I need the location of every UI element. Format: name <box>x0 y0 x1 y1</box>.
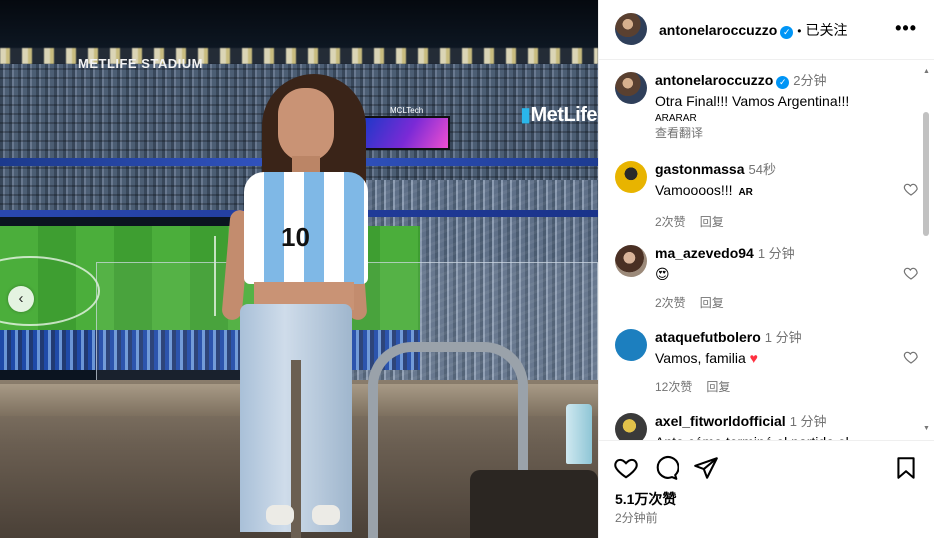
comment-likes[interactable]: 12次赞 <box>655 380 692 394</box>
avatar[interactable] <box>615 329 647 361</box>
header-username[interactable]: antonelaroccuzzo <box>659 22 777 38</box>
comment-header: ma_azevedo94 1 分钟 <box>655 243 895 264</box>
comment-meta: 12次赞 回复 <box>655 378 895 395</box>
comments-list[interactable]: antonelaroccuzzo ✓ 2分钟 Otra Final!!! Vamos… <box>599 60 934 440</box>
red-heart-icon: ♥ <box>749 350 758 366</box>
comment-text: Vamoooos!!! AR <box>655 180 895 203</box>
caption-item: antonelaroccuzzo ✓ 2分钟 Otra Final!!! Vamos… <box>599 60 919 146</box>
like-count[interactable]: 5.1万次赞 <box>615 489 676 509</box>
metlife-logo-text: MetLife <box>530 104 598 126</box>
scoreboard: MCLTech <box>358 106 450 150</box>
comment-text-content: Vamos, familia <box>655 350 746 366</box>
comment-meta: 2次赞 回复 <box>655 213 895 230</box>
see-translation-link[interactable]: 查看翻译 <box>655 124 895 141</box>
stadium-sign: METLIFE STADIUM <box>78 56 203 71</box>
heart-icon[interactable] <box>903 349 919 365</box>
post-actions: 5.1万次赞 2分钟前 <box>599 440 934 538</box>
scroll-down-icon[interactable]: ▼ <box>923 425 930 432</box>
suite-chair <box>470 470 598 538</box>
comments-scrollbar[interactable]: ▲ ▼ <box>922 68 930 432</box>
reply-button[interactable]: 回复 <box>700 215 724 229</box>
caption-header: antonelaroccuzzo ✓ 2分钟 <box>655 70 895 91</box>
avatar[interactable] <box>615 413 647 440</box>
metlife-logo: ▮MetLife <box>520 104 598 126</box>
comment-time: 54秒 <box>748 162 776 177</box>
comment-item: gastonmassa 54秒 Vamoooos!!! AR 2次赞 回复 <box>599 149 919 233</box>
caption-username[interactable]: antonelaroccuzzo <box>655 72 773 88</box>
comment-text: Vamos, familia ♥ <box>655 348 895 368</box>
post-header: antonelaroccuzzo ✓ • 已关注 ••• <box>599 0 934 60</box>
comment-likes[interactable]: 2次赞 <box>655 215 686 229</box>
comment-body: ma_azevedo94 1 分钟 😍 2次赞 回复 <box>655 243 895 311</box>
reply-button[interactable]: 回复 <box>706 380 730 394</box>
caption-body: antonelaroccuzzo ✓ 2分钟 Otra Final!!! Vamos… <box>655 70 895 141</box>
jersey-number: 10 <box>281 222 310 252</box>
comment-header: gastonmassa 54秒 <box>655 159 895 180</box>
comment-item: ma_azevedo94 1 分钟 😍 2次赞 回复 <box>599 233 919 317</box>
caption-flags: ARARAR <box>655 113 697 124</box>
caption-text: Otra Final!!! Vamos Argentina!!! <box>655 93 850 109</box>
comment-time: 1 分钟 <box>764 330 802 345</box>
heart-icon[interactable] <box>613 455 639 481</box>
avatar[interactable] <box>615 245 647 277</box>
scroll-thumb[interactable] <box>923 112 929 236</box>
heart-icon[interactable] <box>903 181 919 197</box>
comment-body: axel_fitworldofficial1 分钟 Anto cómo term… <box>655 411 895 440</box>
verified-icon: ✓ <box>776 76 790 89</box>
person-face <box>278 88 334 162</box>
posted-time: 2分钟前 <box>615 511 658 525</box>
flag-text: AR <box>738 187 753 198</box>
avatar[interactable] <box>615 72 647 104</box>
caption-time: 2分钟 <box>793 73 827 88</box>
scoreboard-text: MCLTech <box>390 106 424 115</box>
more-horizontal-icon[interactable]: ••• <box>895 18 917 39</box>
comment-item: ataquefutbolero 1 分钟 Vamos, familia ♥ 12次… <box>599 317 919 401</box>
comment-header: ataquefutbolero 1 分钟 <box>655 327 895 348</box>
separator-dot: • <box>797 24 802 38</box>
drink-cup <box>566 404 592 464</box>
comment-meta: 2次赞 回复 <box>655 294 895 311</box>
verified-icon: ✓ <box>780 26 794 39</box>
shoe-left <box>266 505 294 525</box>
comment-username[interactable]: ma_azevedo94 <box>655 245 754 261</box>
comment-item: axel_fitworldofficial1 分钟 Anto cómo term… <box>599 401 919 440</box>
share-icon[interactable] <box>693 455 719 481</box>
avatar[interactable] <box>615 161 647 193</box>
comment-username[interactable]: ataquefutbolero <box>655 329 761 345</box>
post-side-panel: antonelaroccuzzo ✓ • 已关注 ••• antonelaroccuz… <box>598 0 934 538</box>
avatar[interactable] <box>615 13 647 45</box>
comment-text: 😍 <box>655 266 670 282</box>
post-photo: METLIFE STADIUM MCLTech ▮MetLife 10 ‹ <box>0 0 598 538</box>
comment-body: gastonmassa 54秒 Vamoooos!!! AR 2次赞 回复 <box>655 159 895 230</box>
reply-button[interactable]: 回复 <box>700 296 724 310</box>
chevron-left-icon[interactable]: ‹ <box>8 286 34 312</box>
comment-username[interactable]: axel_fitworldofficial <box>655 413 786 429</box>
shoe-right <box>312 505 340 525</box>
comment-header: axel_fitworldofficial 1 分钟 <box>655 411 895 432</box>
comment-icon[interactable] <box>653 455 679 481</box>
comment-likes[interactable]: 2次赞 <box>655 296 686 310</box>
comment-time: 1 分钟 <box>789 414 827 429</box>
comment-text-content: Vamoooos!!! <box>655 182 733 198</box>
scroll-up-icon[interactable]: ▲ <box>923 68 930 75</box>
heart-icon[interactable] <box>903 265 919 281</box>
header-user-row: antonelaroccuzzo ✓ • 已关注 <box>659 20 847 40</box>
bookmark-icon[interactable] <box>893 455 919 481</box>
comment-username[interactable]: gastonmassa <box>655 161 744 177</box>
comment-text: Anto cómo terminó el partido el <box>655 432 895 440</box>
comment-body: ataquefutbolero 1 分钟 Vamos, familia ♥ 12次… <box>655 327 895 395</box>
comment-time: 1 分钟 <box>757 246 795 261</box>
following-button[interactable]: 已关注 <box>805 22 847 38</box>
